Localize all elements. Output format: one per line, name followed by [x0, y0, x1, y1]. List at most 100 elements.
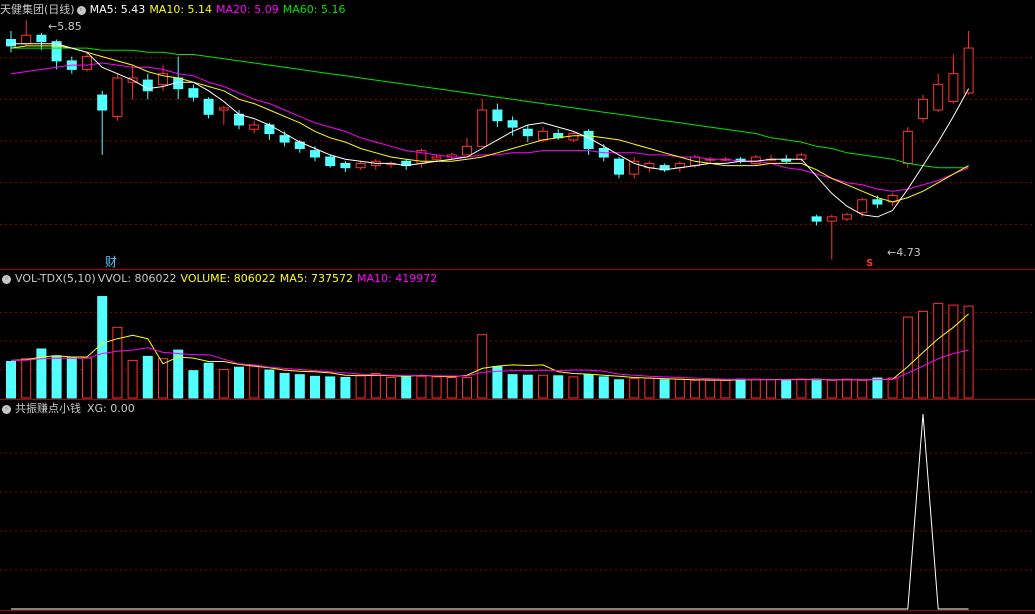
candle — [963, 30, 974, 96]
candle — [97, 90, 108, 155]
volume-bar — [66, 357, 77, 399]
candle — [811, 214, 822, 226]
candle — [887, 193, 898, 207]
candle — [203, 97, 214, 119]
indicator-panel-header: ◦ 共振赚点小钱 XG: 0.00 — [0, 402, 139, 416]
volume-bar — [842, 378, 852, 399]
ma60-value: MA60: 5.16 — [282, 3, 346, 16]
candle-body — [340, 162, 351, 169]
volume-bar — [629, 378, 640, 399]
main-panel-header: 天健集团(日线) ◦ MA5: 5.43 MA10: 5.14 MA20: 5.09 MA… — [0, 3, 349, 17]
candle-body — [112, 77, 123, 117]
volume-bar — [370, 372, 381, 399]
candle-body — [918, 98, 928, 120]
volume-bar — [340, 376, 351, 399]
volume-bar — [294, 374, 305, 399]
sell-signal-marker[interactable]: S — [866, 258, 873, 269]
volume-bar — [659, 379, 670, 399]
volume-bar — [249, 365, 260, 399]
volume-bar — [218, 369, 229, 399]
volume-bar — [507, 374, 518, 399]
volume-ma10-line — [10, 347, 969, 381]
financial-report-marker[interactable]: 财 — [105, 253, 117, 270]
arrow-left-icon: ← — [887, 246, 897, 259]
candle — [325, 154, 336, 168]
candle — [112, 73, 123, 121]
settings-icon[interactable]: ◦ — [76, 5, 86, 15]
candle-body — [614, 158, 624, 175]
candlestick-panel[interactable] — [6, 20, 974, 260]
candle — [629, 157, 640, 179]
candle-body — [538, 130, 548, 141]
candle-body — [522, 128, 533, 137]
ma10-value: MA10: 5.14 — [149, 3, 213, 16]
candle — [674, 161, 685, 172]
high-price-label: ←5.85 — [48, 20, 82, 33]
panel-frame — [0, 57, 1035, 611]
candle — [386, 161, 396, 168]
candle-body — [234, 113, 244, 126]
candle-body — [492, 109, 503, 122]
volume-bar — [963, 305, 974, 399]
ma5-line — [11, 43, 970, 218]
volume-bar — [902, 316, 913, 399]
volume-ma5-line — [10, 313, 969, 381]
volume-bar — [766, 379, 776, 399]
volume-bar — [826, 379, 837, 399]
candle-body — [462, 145, 472, 156]
candle-body — [842, 214, 852, 220]
candle-body — [431, 156, 442, 160]
candle-body — [568, 133, 579, 141]
volume-bar — [872, 377, 883, 399]
volume-bar — [644, 377, 655, 399]
volume-bar — [462, 376, 472, 399]
candle — [6, 30, 16, 53]
volume-bar — [386, 376, 396, 399]
volume-bar — [887, 377, 898, 399]
candle — [750, 154, 761, 166]
candle — [842, 212, 852, 222]
candle — [401, 159, 412, 170]
stock-chart[interactable] — [0, 0, 1035, 614]
ma60-line — [11, 47, 969, 169]
settings-icon[interactable]: ◦ — [2, 274, 11, 284]
volume-bar — [310, 375, 320, 399]
candle-body — [796, 154, 807, 160]
volume-bar — [948, 304, 959, 399]
candle — [477, 99, 488, 147]
candle — [918, 95, 928, 123]
settings-icon[interactable]: ◦ — [2, 404, 11, 414]
candle — [218, 105, 229, 125]
candle — [249, 120, 260, 134]
xg-line — [11, 413, 969, 610]
volume-bar — [933, 302, 944, 399]
candle-body — [811, 216, 822, 222]
volume-bar — [127, 359, 138, 399]
volume-panel[interactable] — [6, 296, 974, 399]
candle — [462, 137, 472, 156]
volume-bar — [279, 372, 290, 399]
candle — [446, 152, 457, 160]
candle-body — [948, 73, 959, 102]
volume-bar — [355, 374, 366, 399]
volume-ma5-value: MA5: 737572 — [279, 272, 354, 285]
candle-body — [507, 120, 518, 128]
volume-bar — [203, 362, 214, 399]
high-price-value: 5.85 — [57, 20, 82, 33]
volume-value: VOLUME: 806022 — [180, 272, 276, 285]
stock-title: 天健集团(日线) — [0, 3, 75, 16]
candle-body — [218, 107, 229, 111]
arrow-left-icon: ← — [48, 20, 58, 33]
volume-bar — [568, 376, 579, 399]
candle — [826, 214, 837, 260]
volume-bar — [325, 376, 336, 399]
ma20-line — [10, 62, 969, 192]
volume-ma10-value: MA10: 419972 — [357, 272, 438, 285]
candle — [355, 161, 366, 170]
volume-bar — [264, 369, 275, 399]
volume-bar — [401, 376, 412, 399]
indicator-panel[interactable] — [11, 413, 969, 610]
low-price-value: 4.73 — [896, 246, 921, 259]
candle — [857, 197, 868, 217]
volume-bar — [6, 361, 16, 399]
